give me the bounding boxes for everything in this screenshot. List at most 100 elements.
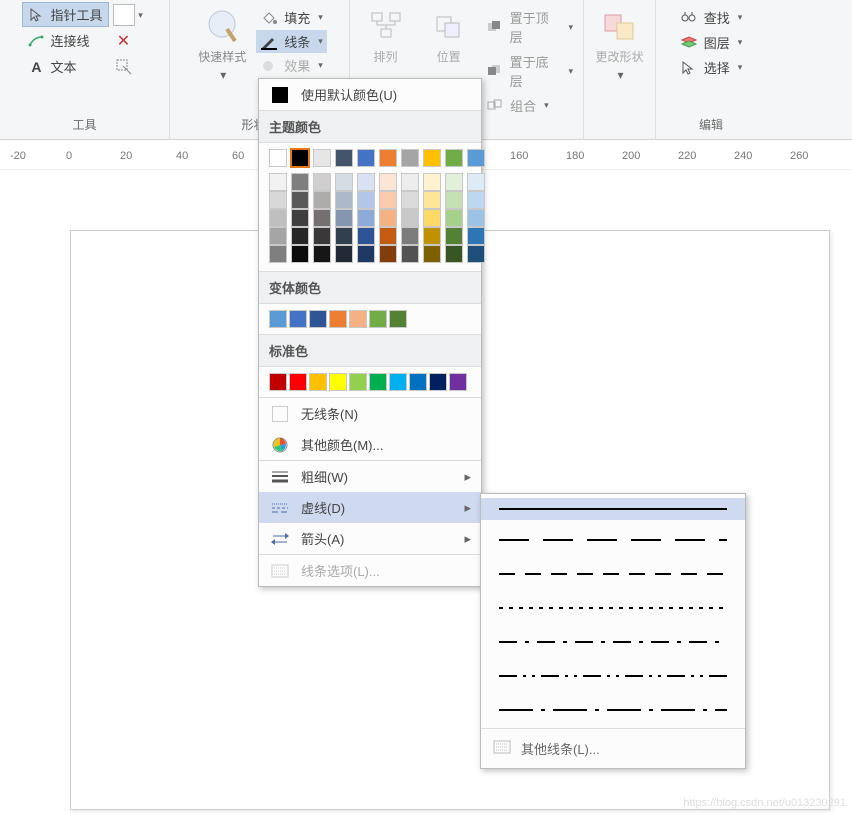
crop-icon[interactable] <box>113 56 135 78</box>
color-swatch[interactable] <box>379 245 397 263</box>
connector-tool[interactable]: 连接线 <box>22 28 108 53</box>
color-swatch[interactable] <box>309 373 327 391</box>
quickstyle-button[interactable]: 快速样式 ▾ <box>192 2 252 87</box>
no-line[interactable]: 无线条(N) <box>259 398 481 429</box>
color-swatch[interactable] <box>335 149 353 167</box>
color-swatch[interactable] <box>335 173 353 191</box>
color-swatch[interactable] <box>313 227 331 245</box>
color-swatch[interactable] <box>401 245 419 263</box>
color-swatch[interactable] <box>291 227 309 245</box>
dash-dot-dot[interactable] <box>481 656 745 690</box>
color-swatch[interactable] <box>329 310 347 328</box>
color-swatch[interactable] <box>401 191 419 209</box>
color-swatch[interactable] <box>291 245 309 263</box>
color-swatch[interactable] <box>369 310 387 328</box>
color-swatch[interactable] <box>369 373 387 391</box>
color-swatch[interactable] <box>423 173 441 191</box>
color-swatch[interactable] <box>291 209 309 227</box>
color-swatch[interactable] <box>379 173 397 191</box>
rect-shape[interactable] <box>113 4 135 26</box>
color-swatch[interactable] <box>357 191 375 209</box>
color-swatch[interactable] <box>289 310 307 328</box>
more-lines[interactable]: 其他线条(L)... <box>481 733 745 764</box>
select-button[interactable]: 选择▾ <box>676 56 747 79</box>
dash-medium[interactable] <box>481 554 745 588</box>
bring-front-button[interactable]: 置于顶层▾ <box>482 6 577 48</box>
color-swatch[interactable] <box>379 227 397 245</box>
delete-icon[interactable]: ✕ <box>113 30 135 52</box>
dash-submenu[interactable]: 虚线(D) ▸ <box>259 492 481 523</box>
color-swatch[interactable] <box>467 173 485 191</box>
color-swatch[interactable] <box>269 227 287 245</box>
color-swatch[interactable] <box>401 173 419 191</box>
color-swatch[interactable] <box>389 373 407 391</box>
color-swatch[interactable] <box>401 209 419 227</box>
use-default-color[interactable]: 使用默认颜色(U) <box>259 79 481 110</box>
color-swatch[interactable] <box>467 209 485 227</box>
color-swatch[interactable] <box>313 209 331 227</box>
pointer-tool[interactable]: 指针工具 <box>22 2 108 27</box>
shape-dropdown[interactable]: ▾ <box>135 4 147 26</box>
arrange-button[interactable]: 排列 <box>356 2 415 68</box>
color-swatch[interactable] <box>349 310 367 328</box>
layer-button[interactable]: 图层▾ <box>676 31 747 54</box>
dash-dotted[interactable] <box>481 588 745 622</box>
color-swatch[interactable] <box>401 227 419 245</box>
color-swatch[interactable] <box>335 191 353 209</box>
color-swatch[interactable] <box>445 191 463 209</box>
color-swatch[interactable] <box>269 149 287 167</box>
color-swatch[interactable] <box>357 209 375 227</box>
color-swatch[interactable] <box>449 373 467 391</box>
color-swatch[interactable] <box>357 173 375 191</box>
fill-button[interactable]: 填充▾ <box>256 6 327 29</box>
position-button[interactable]: 位置 <box>419 2 478 68</box>
color-swatch[interactable] <box>467 227 485 245</box>
color-swatch[interactable] <box>423 191 441 209</box>
color-swatch[interactable] <box>379 191 397 209</box>
arrows-submenu[interactable]: 箭头(A) ▸ <box>259 523 481 554</box>
color-swatch[interactable] <box>269 245 287 263</box>
color-swatch[interactable] <box>379 149 397 167</box>
group-button[interactable]: 组合▾ <box>482 94 577 117</box>
color-swatch[interactable] <box>423 227 441 245</box>
color-swatch[interactable] <box>445 209 463 227</box>
color-swatch[interactable] <box>313 149 331 167</box>
send-back-button[interactable]: 置于底层▾ <box>482 50 577 92</box>
color-swatch[interactable] <box>467 149 485 167</box>
color-swatch[interactable] <box>423 209 441 227</box>
dash-long[interactable] <box>481 520 745 554</box>
color-swatch[interactable] <box>389 310 407 328</box>
dash-dot[interactable] <box>481 622 745 656</box>
find-button[interactable]: 查找▾ <box>676 6 747 29</box>
color-swatch[interactable] <box>357 149 375 167</box>
color-swatch[interactable] <box>269 209 287 227</box>
color-swatch[interactable] <box>445 173 463 191</box>
color-swatch[interactable] <box>409 373 427 391</box>
color-swatch[interactable] <box>269 173 287 191</box>
color-swatch[interactable] <box>445 227 463 245</box>
color-swatch[interactable] <box>269 373 287 391</box>
weight-submenu[interactable]: 粗细(W) ▸ <box>259 461 481 492</box>
color-swatch[interactable] <box>423 245 441 263</box>
dash-longdash-dot[interactable] <box>481 690 745 724</box>
color-swatch[interactable] <box>313 173 331 191</box>
color-swatch[interactable] <box>289 373 307 391</box>
color-swatch[interactable] <box>467 191 485 209</box>
color-swatch[interactable] <box>313 191 331 209</box>
color-swatch[interactable] <box>401 149 419 167</box>
color-swatch[interactable] <box>291 191 309 209</box>
color-swatch[interactable] <box>269 191 287 209</box>
dash-solid[interactable] <box>481 498 745 520</box>
color-swatch[interactable] <box>357 245 375 263</box>
text-tool[interactable]: A 文本 <box>22 54 108 79</box>
color-swatch[interactable] <box>291 149 309 167</box>
color-swatch[interactable] <box>309 310 327 328</box>
effect-button[interactable]: 效果▾ <box>256 54 327 77</box>
changeshape-button[interactable]: 更改形状▾ <box>590 2 650 87</box>
color-swatch[interactable] <box>445 149 463 167</box>
color-swatch[interactable] <box>335 209 353 227</box>
line-button[interactable]: 线条▾ <box>256 30 327 53</box>
color-swatch[interactable] <box>329 373 347 391</box>
color-swatch[interactable] <box>335 245 353 263</box>
color-swatch[interactable] <box>269 310 287 328</box>
